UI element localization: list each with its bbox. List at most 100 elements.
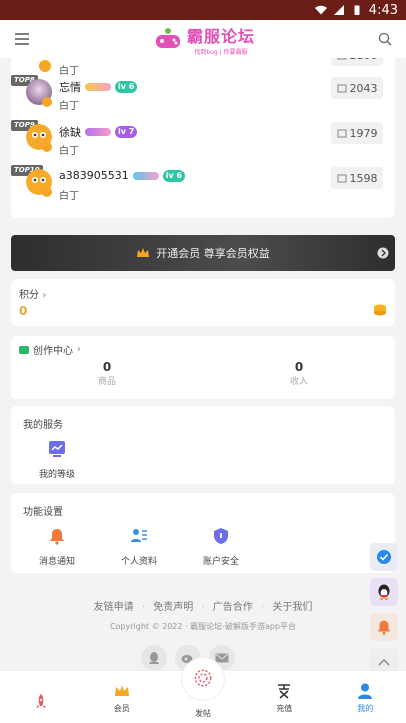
stat-label: 商品 — [97, 377, 116, 387]
vip-banner-label: 开通会员 尊享会员权益 — [156, 247, 270, 260]
service-my-level[interactable]: 我的等级 — [29, 440, 85, 480]
tab-home[interactable] — [0, 671, 81, 723]
user-role: 白丁 — [59, 101, 79, 112]
coins-icon — [374, 304, 386, 316]
user-points: 1598 — [331, 167, 383, 189]
medal-badge-icon — [85, 128, 111, 136]
user-role: 白丁 — [59, 146, 79, 157]
profile-icon — [131, 529, 147, 542]
bell-icon — [50, 529, 64, 545]
copyright: Copyright © 2022 · 霸服论坛-破解版手游app平台 — [109, 622, 297, 631]
stat-income[interactable]: 0 收入 — [203, 360, 395, 387]
gamepad-logo-icon — [155, 28, 180, 48]
status-bar: 4:43 — [0, 0, 406, 20]
footer-links: 友链申请 · 免责声明 · 广告合作 · 关于我们 — [93, 602, 313, 613]
level-badge: lv 6 — [115, 81, 138, 93]
tab-post[interactable]: 发帖 — [162, 657, 243, 723]
vip-banner[interactable]: 开通会员 尊享会员权益 — [11, 235, 395, 271]
avatar-badge-icon — [39, 60, 51, 72]
user-icon — [358, 683, 373, 699]
level-badge: lv 7 — [115, 126, 138, 138]
search-icon[interactable] — [378, 32, 392, 46]
creation-center-icon — [19, 345, 29, 354]
ranking-row[interactable]: TOP10 a383905531 lv 6 白丁 1598 — [11, 165, 395, 210]
crown-icon — [137, 248, 150, 257]
ranking-row[interactable]: TOP8 忘情 lv 6 白丁 2043 — [11, 75, 395, 120]
user-points: 2043 — [331, 77, 383, 99]
avatar-badge-icon — [42, 187, 52, 197]
float-notify-button[interactable] — [370, 613, 398, 641]
recharge-icon — [278, 684, 291, 699]
float-verify-button[interactable] — [370, 543, 398, 571]
user-name: 徐缺 — [59, 126, 81, 139]
avatar-badge-icon — [42, 142, 52, 152]
top-bar: 霸服论坛 找到bug | 你要霸服 — [0, 20, 406, 58]
check-badge-icon — [377, 550, 391, 564]
float-qq-button[interactable] — [370, 578, 398, 606]
tab-recharge[interactable]: 充值 — [244, 671, 325, 723]
setting-profile[interactable]: 个人资料 — [111, 527, 167, 567]
avatar-badge-icon — [42, 97, 52, 107]
battery-icon — [354, 5, 360, 15]
stat-value: 0 — [294, 360, 304, 374]
coin-stack-icon — [337, 129, 346, 138]
setting-notifications[interactable]: 消息通知 — [29, 527, 85, 567]
user-points: 1979 — [331, 122, 383, 144]
creation-center-card: 创作中心 › 0 商品 0 收入 — [11, 336, 395, 399]
setting-label: 个人资料 — [120, 557, 157, 567]
user-points: 2100 — [331, 58, 383, 66]
tab-vip[interactable]: 会员 — [81, 671, 162, 723]
my-services-card: 我的服务 我的等级 — [11, 406, 395, 484]
shield-icon — [214, 528, 228, 544]
level-badge: lv 6 — [162, 169, 186, 182]
coin-stack-icon — [337, 174, 346, 183]
user-name: a383905531 — [59, 169, 129, 182]
site-logo[interactable]: 霸服论坛 找到bug | 你要霸服 — [153, 23, 255, 56]
post-button[interactable] — [181, 657, 225, 701]
medal-badge-icon — [85, 83, 111, 91]
footer-link[interactable]: 友链申请 — [94, 602, 134, 613]
page-scroll[interactable]: 白丁 2100 TOP8 忘情 lv 6 白丁 2043 TOP9 — [0, 58, 406, 670]
crown-icon — [114, 685, 129, 696]
tab-label: 发帖 — [195, 709, 211, 718]
user-name-line: 忘情 lv 6 — [59, 79, 138, 95]
user-name-line: a383905531 lv 6 — [59, 169, 186, 182]
medal-badge-icon — [132, 171, 159, 180]
services-title: 我的服务 — [23, 420, 63, 431]
footer-link[interactable]: 免责声明 — [153, 602, 193, 613]
footer-link[interactable]: 关于我们 — [272, 602, 312, 613]
coin-stack-icon — [337, 84, 346, 93]
user-name-line: 徐缺 lv 7 — [59, 124, 138, 140]
bell-icon — [377, 620, 391, 635]
creation-center-link[interactable]: 创作中心 › — [19, 342, 81, 357]
rocket-icon — [35, 694, 46, 708]
points-value: 0 — [19, 304, 28, 318]
logo-title: 霸服论坛 — [186, 26, 255, 46]
post-swirl-icon — [194, 669, 212, 686]
footer-link[interactable]: 广告合作 — [213, 602, 253, 613]
setting-label: 账户安全 — [202, 557, 239, 567]
arrow-right-circle-icon — [377, 247, 389, 259]
tab-mine[interactable]: 我的 — [325, 671, 406, 723]
stat-value: 0 — [102, 360, 112, 374]
stat-products[interactable]: 0 商品 — [11, 360, 203, 387]
chevron-up-icon — [378, 658, 390, 666]
stat-label: 收入 — [289, 377, 308, 387]
settings-title: 功能设置 — [23, 507, 63, 518]
qq-penguin-icon — [378, 584, 390, 600]
wifi-icon — [314, 5, 327, 15]
settings-card: 功能设置 消息通知 个人资料 账户安全 — [11, 493, 395, 573]
points-title: 积分 › — [19, 290, 47, 301]
tab-label: 我的 — [357, 704, 374, 713]
setting-security[interactable]: 账户安全 — [193, 527, 249, 567]
points-card[interactable]: 积分 › 0 — [11, 279, 395, 326]
ranking-list: 白丁 2100 TOP8 忘情 lv 6 白丁 2043 TOP9 — [11, 58, 395, 218]
qq-share-button[interactable] — [141, 645, 167, 670]
status-time: 4:43 — [368, 2, 398, 18]
menu-icon[interactable] — [14, 32, 30, 46]
level-chart-icon — [49, 441, 65, 457]
user-name: 忘情 — [59, 81, 81, 94]
user-role: 白丁 — [59, 191, 79, 202]
ranking-row[interactable]: TOP9 徐缺 lv 7 白丁 1979 — [11, 120, 395, 165]
tab-label: 充值 — [276, 704, 293, 713]
